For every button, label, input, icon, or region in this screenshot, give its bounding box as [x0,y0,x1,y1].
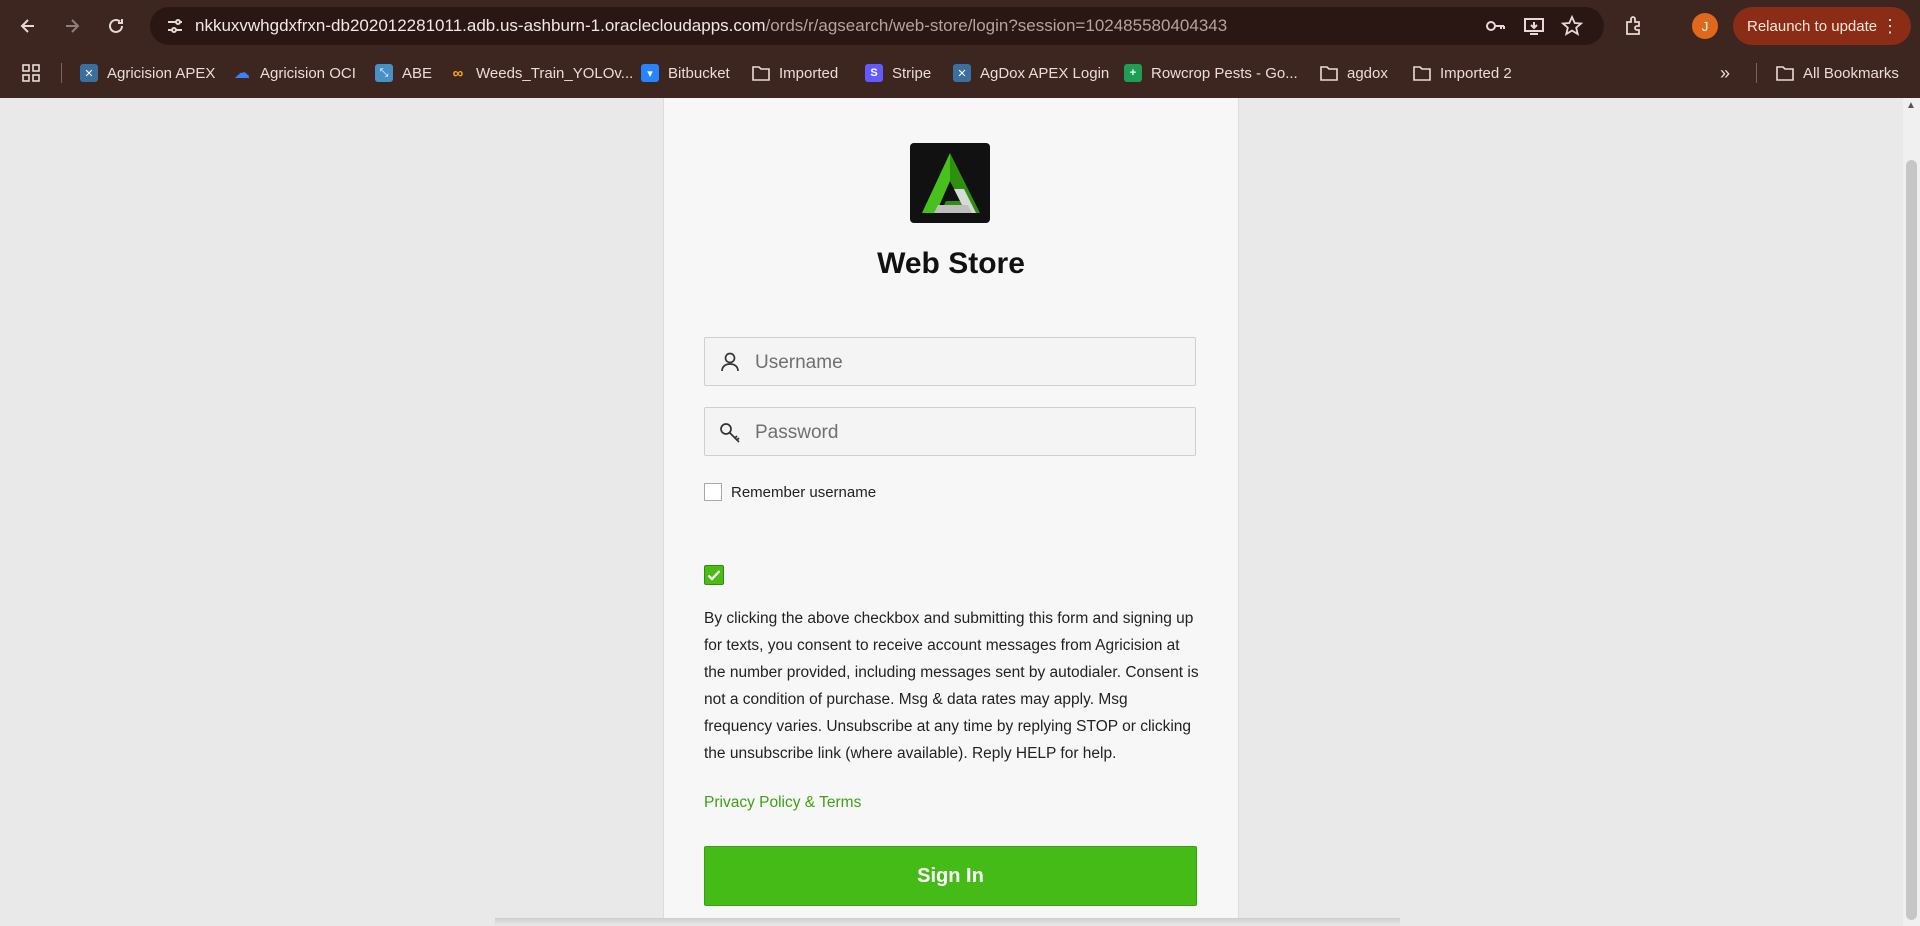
forward-button[interactable] [56,10,88,42]
profile-avatar[interactable]: J [1692,13,1718,39]
folder-icon [1776,64,1794,82]
key-icon [720,423,740,443]
bookmark-label: Agricision OCI [260,64,356,82]
password-input[interactable] [753,408,1187,457]
bookmark-imported[interactable]: Imported [752,61,838,85]
username-field[interactable] [704,337,1196,387]
bookmark-label: Rowcrop Pests - Go... [1151,64,1298,82]
install-app-icon[interactable] [1523,15,1545,37]
abe-icon: ⤡ [375,64,393,82]
key-icon[interactable] [1484,15,1506,37]
page-viewport: Web Store Remember username By clicking … [0,98,1920,926]
site-info-icon[interactable] [164,15,186,37]
sms-consent-text: By clicking the above checkbox and submi… [704,610,1199,762]
bookmark-rowcrop-pests[interactable]: + Rowcrop Pests - Go... [1124,61,1298,85]
cloud-icon: ☁ [234,65,250,82]
bookmark-label: Bitbucket [668,64,730,82]
apex-icon: ✕ [953,64,971,82]
user-icon [721,352,739,372]
colab-icon: ∞ [452,64,464,82]
apex-icon: ✕ [80,64,98,82]
back-button[interactable] [12,10,44,42]
checkmark-icon [707,570,721,581]
bookmark-divider [61,63,62,83]
logo-mark-icon [922,153,980,213]
url-text[interactable]: nkkuxvwhgdxfrxn-db202012281011.adb.us-as… [195,16,1227,36]
folder-icon [1320,64,1338,82]
bookmark-label: Imported 2 [1440,64,1512,82]
bookmark-label: Agricision APEX [107,64,216,82]
sms-consent-checkbox[interactable] [704,565,724,585]
arrow-right-icon [66,19,80,33]
agricision-logo [910,143,990,223]
bookmark-stripe[interactable]: S Stripe [865,61,931,85]
bookmark-label: Stripe [892,64,932,82]
privacy-policy-link[interactable]: Privacy Policy & Terms [704,794,861,812]
apps-grid-icon[interactable] [22,64,40,82]
all-bookmarks-label: All Bookmarks [1803,64,1899,82]
browser-toolbar: nkkuxvwhgdxfrxn-db202012281011.adb.us-as… [0,0,1920,98]
scrollbar[interactable]: ▲ [1903,98,1920,926]
arrow-left-icon [20,19,34,33]
folder-icon [752,64,770,82]
bookmarks-bar: ✕ Agricision APEX ☁ Agricision OCI ⤡ ABE ∞ W… [0,55,1920,91]
login-card: Web Store Remember username By clicking … [663,98,1239,926]
url-host: nkkuxvwhgdxfrxn-db202012281011.adb.us-as… [195,16,766,35]
scroll-up-arrow-icon[interactable]: ▲ [1906,100,1916,111]
more-vert-icon: ⋮ [1881,16,1899,36]
page-title: Web Store [877,247,1025,280]
bookmark-imported-2[interactable]: Imported 2 [1413,61,1512,85]
bookmark-label: ABE [402,64,433,82]
reload-icon [109,18,123,33]
footer-shadow [495,918,1400,926]
bookmark-label: Imported [779,64,839,82]
scrollbar-thumb[interactable] [1906,160,1917,920]
star-icon[interactable] [1561,15,1583,37]
bookmark-weeds-train[interactable]: ∞ Weeds_Train_YOLOv... [449,61,634,85]
remember-username-checkbox[interactable] [704,483,722,501]
address-bar[interactable]: nkkuxvwhgdxfrxn-db202012281011.adb.us-as… [150,7,1604,45]
more-bookmarks-button[interactable]: » [1720,61,1730,85]
all-bookmarks-button[interactable]: All Bookmarks [1776,61,1899,85]
remember-username-label: Remember username [731,484,877,501]
bookmark-divider [1756,63,1757,83]
bookmark-label: Weeds_Train_YOLOv... [476,64,634,82]
relaunch-button[interactable]: Relaunch to update ⋮ [1733,7,1911,45]
reload-button[interactable] [100,10,132,42]
bookmark-label: agdox [1347,64,1388,82]
bookmark-agricision-oci[interactable]: ☁ Agricision OCI [233,61,356,85]
extensions-icon[interactable] [1623,15,1645,37]
sheets-icon: + [1124,64,1142,82]
folder-icon [1413,64,1431,82]
stripe-icon: S [865,64,883,82]
url-path: /ords/r/agsearch/web-store/login?session… [765,16,1228,35]
bookmark-agricision-apex[interactable]: ✕ Agricision APEX [80,61,215,85]
bookmark-abe[interactable]: ⤡ ABE [375,61,432,85]
bookmark-agdox-apex-login[interactable]: ✕ AgDox APEX Login [953,61,1109,85]
bookmark-agdox[interactable]: agdox [1320,61,1388,85]
relaunch-label: Relaunch to update [1747,17,1878,35]
bitbucket-icon: ▾ [641,64,659,82]
bookmark-label: AgDox APEX Login [980,64,1110,82]
bookmark-bitbucket[interactable]: ▾ Bitbucket [641,61,730,85]
sign-in-button[interactable]: Sign In [704,846,1197,906]
username-input[interactable] [753,338,1187,387]
password-field[interactable] [704,407,1196,457]
